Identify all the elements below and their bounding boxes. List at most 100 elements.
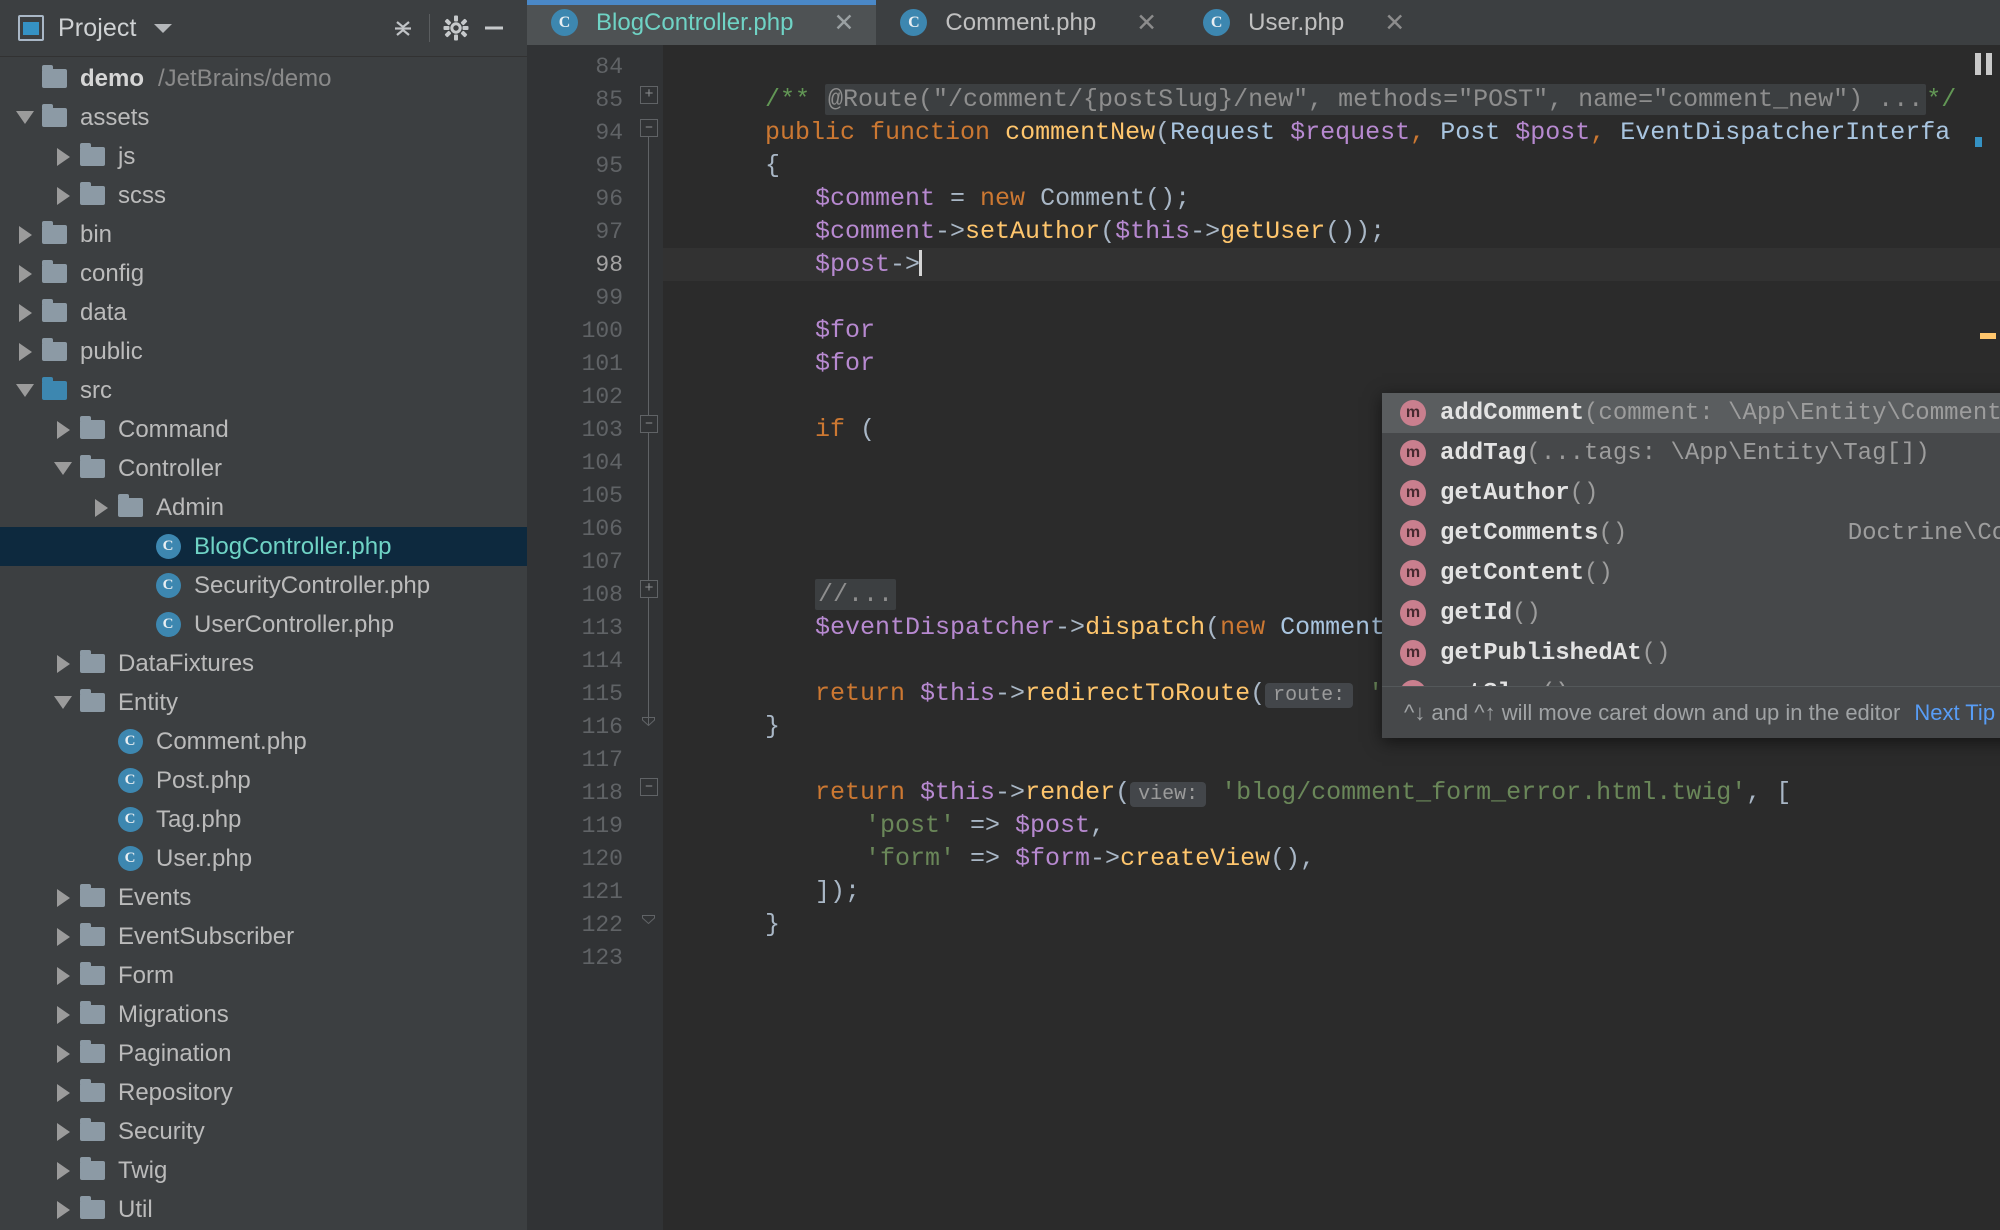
chevron-down-icon[interactable] xyxy=(50,696,76,709)
chevron-right-icon[interactable] xyxy=(12,226,38,244)
tree-item-label: EventSubscriber xyxy=(118,923,294,951)
completion-item-list[interactable]: maddComment(comment: \App\Entity\Comment… xyxy=(1382,393,2000,686)
tree-row[interactable]: public xyxy=(0,332,527,371)
chevron-right-icon[interactable] xyxy=(88,499,114,517)
code-line[interactable]: $post-> xyxy=(663,248,2000,281)
editor-tab[interactable]: CComment.php✕ xyxy=(876,0,1179,45)
tree-row[interactable]: js xyxy=(0,137,527,176)
chevron-right-icon[interactable] xyxy=(50,655,76,673)
tree-row[interactable]: CPost.php xyxy=(0,761,527,800)
tree-row[interactable]: Command xyxy=(0,410,527,449)
chevron-right-icon[interactable] xyxy=(50,1084,76,1102)
fold-expand-icon[interactable]: + xyxy=(640,86,658,104)
code-line[interactable]: 'post' => $post, xyxy=(663,809,2000,842)
close-icon[interactable]: ✕ xyxy=(833,8,854,38)
tree-row[interactable]: Events xyxy=(0,878,527,917)
close-icon[interactable]: ✕ xyxy=(1136,8,1157,38)
fold-collapse-icon-2[interactable]: – xyxy=(640,415,658,433)
chevron-down-icon[interactable] xyxy=(50,462,76,475)
chevron-right-icon[interactable] xyxy=(50,1162,76,1180)
completion-item[interactable]: mgetComments()Doctrine\Common\Collection… xyxy=(1382,513,2000,553)
tree-row[interactable]: Util xyxy=(0,1190,527,1229)
fold-expand-icon-2[interactable]: + xyxy=(640,580,658,598)
chevron-down-icon[interactable] xyxy=(154,24,172,33)
minimize-icon[interactable] xyxy=(475,9,513,47)
completion-item[interactable]: mgetContent()null|string xyxy=(1382,553,2000,593)
code-line[interactable]: $for xyxy=(663,347,2000,380)
code-line[interactable]: return $this->render(view: 'blog/comment… xyxy=(663,776,2000,809)
tree-row[interactable]: CBlogController.php xyxy=(0,527,527,566)
chevron-right-icon[interactable] xyxy=(50,967,76,985)
tree-row[interactable]: CComment.php xyxy=(0,722,527,761)
chevron-right-icon[interactable] xyxy=(50,187,76,205)
chevron-right-icon[interactable] xyxy=(50,1201,76,1219)
completion-item[interactable]: mgetAuthor()App\Entity\User|null xyxy=(1382,473,2000,513)
folder-icon xyxy=(76,1005,108,1024)
tree-row[interactable]: Entity xyxy=(0,683,527,722)
code-line[interactable]: } xyxy=(663,908,2000,941)
tree-row[interactable]: Controller xyxy=(0,449,527,488)
chevron-right-icon[interactable] xyxy=(12,265,38,283)
tree-row[interactable]: CTag.php xyxy=(0,800,527,839)
gear-icon[interactable] xyxy=(437,9,475,47)
tree-row[interactable]: scss xyxy=(0,176,527,215)
tree-row[interactable]: src xyxy=(0,371,527,410)
tree-row[interactable]: EventSubscriber xyxy=(0,917,527,956)
project-file-tree[interactable]: demo/JetBrains/demoassetsjsscssbinconfig… xyxy=(0,57,527,1230)
code-line[interactable]: { xyxy=(663,149,2000,182)
chevron-right-icon[interactable] xyxy=(50,421,76,439)
chevron-right-icon[interactable] xyxy=(50,928,76,946)
completion-item[interactable]: maddTag(...tags: \App\Entity\Tag[])void xyxy=(1382,433,2000,473)
tree-row[interactable]: Security xyxy=(0,1112,527,1151)
chevron-right-icon[interactable] xyxy=(50,889,76,907)
code-line[interactable]: /** @Route("/comment/{postSlug}/new", me… xyxy=(663,83,2000,116)
tree-row[interactable]: CUser.php xyxy=(0,839,527,878)
editor-tab[interactable]: CUser.php✕ xyxy=(1179,0,1735,45)
completion-item[interactable]: mgetSlug()null|string xyxy=(1382,673,2000,686)
tree-row[interactable]: demo/JetBrains/demo xyxy=(0,59,527,98)
code-completion-popup[interactable]: maddComment(comment: \App\Entity\Comment… xyxy=(1382,393,2000,738)
editor-tab[interactable]: CBlogController.php✕ xyxy=(527,0,876,45)
tree-row[interactable]: Form xyxy=(0,956,527,995)
code-line[interactable]: ]); xyxy=(663,875,2000,908)
code-line[interactable]: public function commentNew(Request $requ… xyxy=(663,116,2000,149)
editor-body[interactable]: 8485949596979899100101102103104105106107… xyxy=(527,45,2000,1230)
code-line[interactable]: $comment = new Comment(); xyxy=(663,182,2000,215)
code-token: $for xyxy=(815,349,875,378)
chevron-right-icon[interactable] xyxy=(50,1006,76,1024)
tree-row[interactable]: Migrations xyxy=(0,995,527,1034)
completion-item[interactable]: mgetId()int|null xyxy=(1382,593,2000,633)
code-folding-strip[interactable]: + – – + – xyxy=(635,45,663,1230)
tree-row[interactable]: DataFixtures xyxy=(0,644,527,683)
chevron-right-icon[interactable] xyxy=(50,1045,76,1063)
tree-row[interactable]: config xyxy=(0,254,527,293)
chevron-down-icon[interactable] xyxy=(12,384,38,397)
chevron-right-icon[interactable] xyxy=(50,1123,76,1141)
tree-row[interactable]: Twig xyxy=(0,1151,527,1190)
tree-row[interactable]: Admin xyxy=(0,488,527,527)
next-tip-link[interactable]: Next Tip xyxy=(1914,700,1995,726)
pause-icon[interactable] xyxy=(1975,53,1992,75)
chevron-right-icon[interactable] xyxy=(12,304,38,322)
code-line[interactable]: 'form' => $form->createView(), xyxy=(663,842,2000,875)
fold-collapse-icon-3[interactable]: – xyxy=(640,778,658,796)
completion-item[interactable]: maddComment(comment: \App\Entity\Comment… xyxy=(1382,393,2000,433)
tree-row[interactable]: CUserController.php xyxy=(0,605,527,644)
completion-item-name: addComment xyxy=(1440,400,1584,427)
chevron-right-icon[interactable] xyxy=(12,343,38,361)
tree-row[interactable]: Pagination xyxy=(0,1034,527,1073)
close-icon[interactable]: ✕ xyxy=(1384,8,1405,38)
collapse-all-icon[interactable] xyxy=(384,9,422,47)
tree-row[interactable]: CSecurityController.php xyxy=(0,566,527,605)
fold-collapse-icon[interactable]: – xyxy=(640,119,658,137)
code-line[interactable]: $comment->setAuthor($this->getUser()); xyxy=(663,215,2000,248)
code-token: => xyxy=(955,811,1015,840)
chevron-right-icon[interactable] xyxy=(50,148,76,166)
code-line[interactable]: $for xyxy=(663,314,2000,347)
chevron-down-icon[interactable] xyxy=(12,111,38,124)
tree-row[interactable]: assets xyxy=(0,98,527,137)
completion-item[interactable]: mgetPublishedAt()DateTime xyxy=(1382,633,2000,673)
tree-row[interactable]: bin xyxy=(0,215,527,254)
tree-row[interactable]: data xyxy=(0,293,527,332)
tree-row[interactable]: Repository xyxy=(0,1073,527,1112)
